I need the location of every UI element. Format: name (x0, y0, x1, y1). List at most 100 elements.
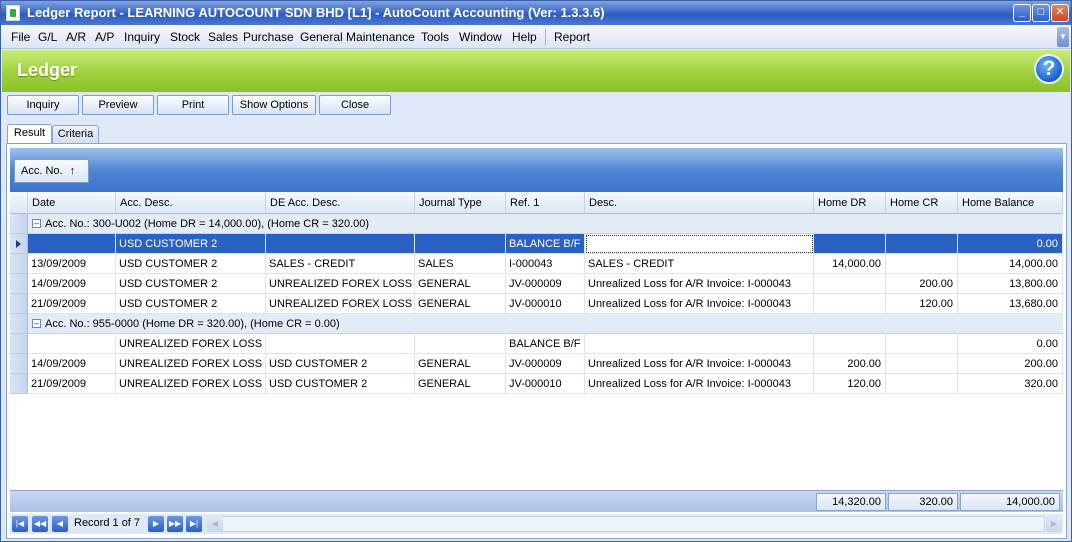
cell-de-acc-desc[interactable]: SALES - CREDIT (266, 254, 415, 274)
col-header-ref1[interactable]: Ref. 1 (506, 192, 585, 214)
cell-home-dr[interactable] (814, 274, 886, 294)
cell-date[interactable] (28, 234, 116, 254)
cell-ref1[interactable]: BALANCE B/F (506, 234, 585, 254)
cell-home-cr[interactable]: 120.00 (886, 294, 958, 314)
collapse-icon[interactable]: – (32, 219, 41, 228)
menu-sales[interactable]: Sales (208, 30, 238, 44)
prev-page-icon[interactable]: ◀◀ (32, 516, 48, 532)
cell-acc-desc[interactable]: USD CUSTOMER 2 (116, 234, 266, 254)
cell-de-acc-desc[interactable] (266, 234, 415, 254)
table-row[interactable]: UNREALIZED FOREX LOSS BALANCE B/F 0.00 (10, 334, 1063, 354)
scroll-left-icon[interactable]: ◀ (207, 516, 223, 532)
cell-acc-desc[interactable]: USD CUSTOMER 2 (116, 274, 266, 294)
cell-desc[interactable] (585, 334, 814, 354)
cell-desc[interactable]: Unrealized Loss for A/R Invoice: I-00004… (585, 294, 814, 314)
cell-home-dr[interactable]: 14,000.00 (814, 254, 886, 274)
cell-desc[interactable]: Unrealized Loss for A/R Invoice: I-00004… (585, 374, 814, 394)
close-window-button[interactable]: ✕ (1051, 4, 1069, 22)
cell-acc-desc[interactable]: USD CUSTOMER 2 (116, 254, 266, 274)
cell-journal-type[interactable] (415, 334, 506, 354)
menu-report[interactable]: Report (554, 30, 590, 44)
cell-acc-desc[interactable]: USD CUSTOMER 2 (116, 294, 266, 314)
cell-home-dr[interactable] (814, 234, 886, 254)
cell-home-dr[interactable] (814, 294, 886, 314)
col-header-date[interactable]: Date (28, 192, 116, 214)
row-indicator[interactable] (10, 374, 28, 394)
cell-desc[interactable] (585, 234, 814, 254)
group-row[interactable]: – Acc. No.: 955-0000 (Home DR = 320.00), … (10, 314, 1063, 334)
menu-stock[interactable]: Stock (170, 30, 200, 44)
menu-general-maintenance[interactable]: General Maintenance (300, 30, 415, 44)
table-row[interactable]: 21/09/2009 UNREALIZED FOREX LOSS USD CUSTO… (10, 374, 1063, 394)
menu-ap[interactable]: A/P (95, 30, 114, 44)
chevron-down-icon[interactable]: ▼ (1057, 27, 1069, 47)
show-options-button[interactable]: Show Options (232, 95, 316, 115)
cell-ref1[interactable]: BALANCE B/F (506, 334, 585, 354)
table-row[interactable]: 13/09/2009 USD CUSTOMER 2 SALES - CREDIT SA… (10, 254, 1063, 274)
cell-ref1[interactable]: JV-000010 (506, 374, 585, 394)
menu-purchase[interactable]: Purchase (243, 30, 294, 44)
menu-window[interactable]: Window (459, 30, 502, 44)
cell-home-cr[interactable] (886, 354, 958, 374)
preview-button[interactable]: Preview (82, 95, 154, 115)
table-row[interactable]: 14/09/2009 UNREALIZED FOREX LOSS USD CUSTO… (10, 354, 1063, 374)
row-indicator[interactable] (10, 294, 28, 314)
cell-date[interactable]: 13/09/2009 (28, 254, 116, 274)
table-row[interactable]: 14/09/2009 USD CUSTOMER 2 UNREALIZED FOREX… (10, 274, 1063, 294)
tab-result[interactable]: Result (7, 124, 52, 144)
collapse-icon[interactable]: – (32, 319, 41, 328)
cell-acc-desc[interactable]: UNREALIZED FOREX LOSS (116, 334, 266, 354)
cell-date[interactable]: 21/09/2009 (28, 374, 116, 394)
menu-file[interactable]: File (11, 30, 30, 44)
row-indicator[interactable] (10, 334, 28, 354)
minimize-button[interactable]: _ (1013, 4, 1031, 22)
help-icon[interactable]: ? (1034, 54, 1064, 84)
tab-criteria[interactable]: Criteria (52, 125, 99, 144)
last-record-icon[interactable]: ▶| (186, 516, 202, 532)
col-header-desc[interactable]: Desc. (585, 192, 814, 214)
cell-home-cr[interactable] (886, 334, 958, 354)
cell-de-acc-desc[interactable]: UNREALIZED FOREX LOSS (266, 294, 415, 314)
cell-de-acc-desc[interactable]: UNREALIZED FOREX LOSS (266, 274, 415, 294)
next-page-icon[interactable]: ▶▶ (167, 516, 183, 532)
menu-gl[interactable]: G/L (38, 30, 57, 44)
col-header-home-dr[interactable]: Home DR (814, 192, 886, 214)
row-indicator[interactable] (10, 354, 28, 374)
cell-journal-type[interactable]: GENERAL (415, 294, 506, 314)
table-row[interactable]: 21/09/2009 USD CUSTOMER 2 UNREALIZED FOREX… (10, 294, 1063, 314)
cell-home-cr[interactable] (886, 234, 958, 254)
cell-home-dr[interactable]: 200.00 (814, 354, 886, 374)
cell-ref1[interactable]: I-000043 (506, 254, 585, 274)
row-indicator[interactable] (10, 254, 28, 274)
table-row[interactable]: USD CUSTOMER 2 BALANCE B/F 0.00 (10, 234, 1063, 254)
col-header-de-acc-desc[interactable]: DE Acc. Desc. (266, 192, 415, 214)
cell-desc[interactable]: SALES - CREDIT (585, 254, 814, 274)
scroll-right-icon[interactable]: ▶ (1046, 516, 1062, 532)
cell-home-balance[interactable]: 13,680.00 (958, 294, 1063, 314)
print-button[interactable]: Print (157, 95, 229, 115)
next-record-icon[interactable]: ▶ (148, 516, 164, 532)
cell-home-balance[interactable]: 14,000.00 (958, 254, 1063, 274)
cell-acc-desc[interactable]: UNREALIZED FOREX LOSS (116, 354, 266, 374)
cell-journal-type[interactable]: GENERAL (415, 354, 506, 374)
inquiry-button[interactable]: Inquiry (7, 95, 79, 115)
cell-home-dr[interactable]: 120.00 (814, 374, 886, 394)
current-row-indicator[interactable] (10, 234, 28, 254)
cell-ref1[interactable]: JV-000009 (506, 354, 585, 374)
cell-desc[interactable]: Unrealized Loss for A/R Invoice: I-00004… (585, 274, 814, 294)
cell-date[interactable]: 21/09/2009 (28, 294, 116, 314)
cell-desc[interactable]: Unrealized Loss for A/R Invoice: I-00004… (585, 354, 814, 374)
cell-home-dr[interactable] (814, 334, 886, 354)
cell-home-balance[interactable]: 320.00 (958, 374, 1063, 394)
cell-home-balance[interactable]: 13,800.00 (958, 274, 1063, 294)
cell-date[interactable]: 14/09/2009 (28, 354, 116, 374)
row-indicator[interactable] (10, 274, 28, 294)
prev-record-icon[interactable]: ◀ (52, 516, 68, 532)
col-header-acc-desc[interactable]: Acc. Desc. (116, 192, 266, 214)
close-button[interactable]: Close (319, 95, 391, 115)
cell-home-balance[interactable]: 0.00 (958, 234, 1063, 254)
menu-ar[interactable]: A/R (66, 30, 86, 44)
cell-ref1[interactable]: JV-000009 (506, 274, 585, 294)
maximize-button[interactable]: □ (1032, 4, 1050, 22)
menu-help[interactable]: Help (512, 30, 537, 44)
